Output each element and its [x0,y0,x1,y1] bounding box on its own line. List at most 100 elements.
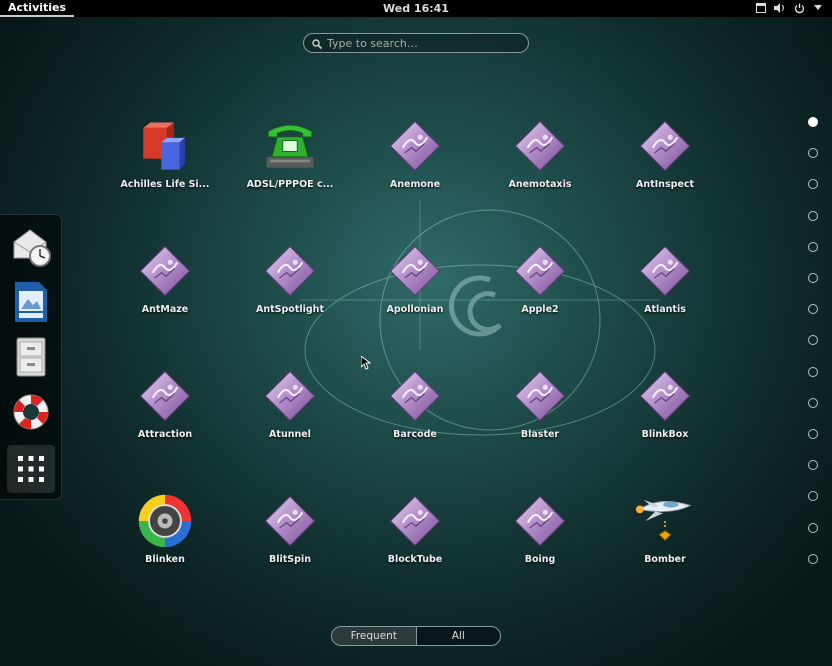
activities-button[interactable]: Activities [0,0,75,17]
app-label: BlockTube [387,554,443,565]
page-dot[interactable] [808,491,818,502]
page-dot[interactable] [808,241,818,252]
dash-item-mail-clock[interactable] [7,223,55,271]
mail-clock-icon [13,229,51,267]
app-label: Bomber [644,554,686,565]
app-label: Blinken [145,554,185,565]
app-label: Attraction [137,429,193,440]
app-label: Anemotaxis [508,179,572,190]
screensaver-icon [258,240,322,302]
top-bar: Activities Wed 16:41 [0,0,832,17]
screensaver-icon [133,365,197,427]
screensaver-icon [133,240,197,302]
app-label: AntSpotlight [256,304,324,315]
page-dot[interactable] [808,210,818,221]
app-label: Apollonian [386,304,444,315]
screensaver-icon [633,365,697,427]
system-tray[interactable] [755,2,824,14]
screensaver-icon [383,115,447,177]
dash-item-file-cabinet[interactable] [7,333,55,381]
app-tile[interactable]: Attraction [110,365,220,455]
file-cabinet-icon [16,337,46,377]
clock[interactable]: Wed 16:41 [356,2,476,15]
page-dot[interactable] [808,179,818,190]
app-label: ADSL/PPPOE c... [246,179,334,190]
app-tile[interactable]: AntMaze [110,240,220,330]
search-box[interactable] [303,33,529,53]
app-tile[interactable]: BlitSpin [235,490,345,580]
screensaver-icon [383,365,447,427]
page-dot[interactable] [808,335,818,346]
frequent-tab[interactable]: Frequent [332,627,417,645]
show-applications-button[interactable] [7,445,55,493]
app-label: Apple2 [521,304,559,315]
cubes-icon [133,115,197,177]
screensaver-icon [258,365,322,427]
mouse-cursor [361,356,371,370]
app-label: Blaster [520,429,560,440]
grid-icon [18,456,44,482]
volume-icon[interactable] [774,2,786,14]
app-label: Achilles Life Si... [120,179,210,190]
app-tile[interactable]: AntInspect [610,115,720,205]
spaceship-icon [633,490,697,552]
app-tile[interactable]: Anemotaxis [485,115,595,205]
screensaver-icon [258,490,322,552]
app-tile[interactable]: AntSpotlight [235,240,345,330]
app-tile[interactable]: Apollonian [360,240,470,330]
app-tile[interactable]: ADSL/PPPOE c... [235,115,345,205]
page-dot[interactable] [808,273,818,283]
app-label: Barcode [393,429,437,440]
page-dot[interactable] [808,397,818,408]
app-tile[interactable]: Atlantis [610,240,720,330]
app-tile[interactable]: BlinkBox [610,365,720,455]
page-dot[interactable] [808,429,818,439]
page-dot[interactable] [808,460,818,471]
search-icon [312,34,323,53]
app-tile[interactable]: Apple2 [485,240,595,330]
app-tile[interactable]: BlockTube [360,490,470,580]
screensaver-icon [508,490,572,552]
lifebuoy-icon [13,394,49,430]
page-dot[interactable] [808,304,818,315]
window-icon[interactable] [755,2,767,14]
telephone-icon [258,115,322,177]
all-tab[interactable]: All [417,627,501,645]
app-label: Boing [524,554,556,565]
app-tile[interactable]: Anemone [360,115,470,205]
app-tile[interactable]: Blinken [110,490,220,580]
page-dot[interactable] [808,366,818,377]
app-tile[interactable]: Achilles Life Si... [110,115,220,205]
screensaver-icon [633,115,697,177]
screensaver-icon [633,240,697,302]
app-label: BlitSpin [269,554,311,565]
app-tile[interactable]: Blaster [485,365,595,455]
app-label: BlinkBox [641,429,689,440]
screensaver-icon [508,115,572,177]
search-input[interactable] [327,36,517,50]
app-tile[interactable]: Bomber [610,490,720,580]
page-dot[interactable] [808,117,818,127]
app-label: Atlantis [644,304,686,315]
blinken-icon [133,490,197,552]
app-tile[interactable]: Boing [485,490,595,580]
app-tile[interactable]: Atunnel [235,365,345,455]
page-dot[interactable] [808,148,818,159]
screensaver-icon [383,240,447,302]
app-label: AntInspect [635,179,695,190]
page-dot[interactable] [808,522,818,533]
dash-item-help[interactable] [7,388,55,436]
page-dot[interactable] [808,553,818,564]
document-icon [15,282,47,322]
screensaver-icon [508,240,572,302]
screensaver-icon [383,490,447,552]
app-label: Atunnel [269,429,311,440]
dash [0,214,62,500]
app-label: AntMaze [141,304,189,315]
screensaver-icon [508,365,572,427]
dash-item-document[interactable] [7,278,55,326]
app-label: Anemone [389,179,441,190]
power-icon[interactable] [793,2,805,14]
chevron-down-icon[interactable] [812,2,824,14]
app-tile[interactable]: Barcode [360,365,470,455]
